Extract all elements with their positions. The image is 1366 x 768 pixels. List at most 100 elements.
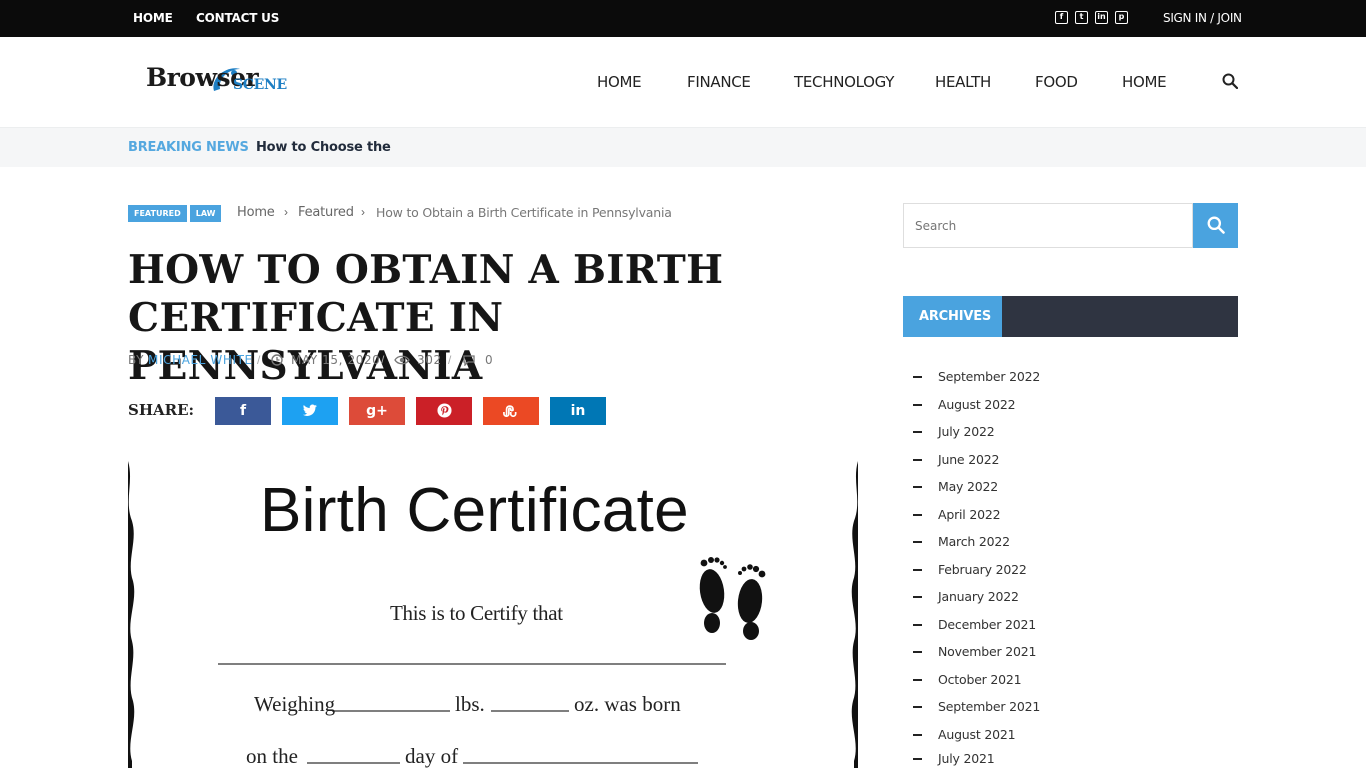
pinterest-icon bbox=[436, 403, 452, 418]
breaking-news-ticker[interactable]: How to Choose the Best bbox=[256, 140, 393, 155]
nav-food[interactable]: FOOD bbox=[1035, 73, 1078, 91]
archive-item-label: November 2021 bbox=[938, 644, 1037, 659]
archive-item-label: March 2022 bbox=[938, 534, 1010, 549]
archive-item[interactable]: July 2022 bbox=[913, 421, 1213, 441]
archive-item[interactable]: September 2022 bbox=[913, 366, 1213, 386]
archive-item[interactable]: June 2022 bbox=[913, 449, 1213, 469]
archive-item-label: June 2022 bbox=[938, 452, 1000, 467]
linkedin-icon: in bbox=[570, 403, 586, 419]
meta-comments[interactable]: 0 bbox=[485, 353, 493, 367]
archive-item[interactable]: July 2021 bbox=[913, 748, 1213, 768]
certificate-oz: oz. was born bbox=[574, 692, 681, 716]
archive-item-label: October 2021 bbox=[938, 672, 1022, 687]
dash-bullet bbox=[913, 706, 922, 708]
logo-subtext: SCENE bbox=[233, 77, 287, 93]
share-label: SHARE: bbox=[128, 401, 195, 419]
share-linkedin-button[interactable]: in bbox=[550, 397, 606, 425]
dash-bullet bbox=[913, 651, 922, 653]
dash-bullet bbox=[913, 514, 922, 516]
archive-item-label: September 2021 bbox=[938, 699, 1041, 714]
archive-item[interactable]: April 2022 bbox=[913, 504, 1213, 524]
breadcrumb-featured[interactable]: Featured bbox=[298, 205, 354, 220]
archive-item[interactable]: September 2021 bbox=[913, 696, 1213, 716]
eye-icon bbox=[394, 355, 410, 365]
dash-bullet bbox=[913, 486, 922, 488]
nav-finance[interactable]: FINANCE bbox=[687, 73, 751, 91]
archive-item-label: December 2021 bbox=[938, 617, 1037, 632]
search-icon bbox=[1207, 216, 1225, 234]
title-line-2: CERTIFICATE IN PENNSYLVANIA bbox=[128, 295, 504, 389]
share-pinterest-button[interactable] bbox=[416, 397, 472, 425]
title-line-1: HOW TO OBTAIN A BIRTH bbox=[128, 247, 724, 293]
dash-bullet bbox=[913, 624, 922, 626]
meta-date: MAY 15, 2020 bbox=[291, 353, 381, 367]
breaking-news-label: BREAKING NEWS bbox=[128, 140, 249, 155]
archive-item[interactable]: March 2022 bbox=[913, 531, 1213, 551]
dash-bullet bbox=[913, 376, 922, 378]
dash-bullet bbox=[913, 404, 922, 406]
share-twitter-button[interactable] bbox=[282, 397, 338, 425]
meta-separator: / bbox=[448, 353, 452, 367]
nav-home[interactable]: HOME bbox=[597, 73, 642, 91]
site-header: Browser SCENE HOME FINANCE TECHNOLOGY HE… bbox=[0, 37, 1366, 127]
tag-featured[interactable]: FEATURED bbox=[128, 205, 187, 222]
breadcrumb-separator: › bbox=[284, 205, 288, 219]
archive-item[interactable]: May 2022 bbox=[913, 476, 1213, 496]
sidebar-search-input[interactable] bbox=[903, 203, 1193, 248]
dash-bullet bbox=[913, 679, 922, 681]
breadcrumb-home[interactable]: Home bbox=[237, 205, 275, 220]
archive-item[interactable]: December 2021 bbox=[913, 614, 1213, 634]
archive-item-label: August 2021 bbox=[938, 727, 1016, 742]
share-stumbleupon-button[interactable] bbox=[483, 397, 539, 425]
archive-item-label: May 2022 bbox=[938, 479, 999, 494]
archives-title-tab: ARCHIVES bbox=[903, 296, 1002, 337]
archive-item[interactable]: October 2021 bbox=[913, 669, 1213, 689]
certificate-day-of: day of bbox=[405, 744, 459, 768]
google-plus-icon: g+ bbox=[366, 403, 388, 419]
archive-item-label: February 2022 bbox=[938, 562, 1027, 577]
topbar-social: f t in p bbox=[1055, 11, 1128, 24]
linkedin-icon[interactable]: in bbox=[1095, 11, 1108, 24]
stumbleupon-icon bbox=[502, 405, 517, 418]
certificate-line-1: This is to Certify that bbox=[390, 601, 563, 625]
archive-item-label: July 2022 bbox=[938, 424, 995, 439]
topbar-home-link[interactable]: HOME bbox=[133, 11, 173, 25]
archive-item[interactable]: January 2022 bbox=[913, 586, 1213, 606]
top-bar: HOME CONTACT US f t in p SIGN IN / JOIN bbox=[0, 0, 1366, 37]
tag-law[interactable]: LAW bbox=[189, 205, 222, 222]
dash-bullet bbox=[913, 596, 922, 598]
baby-footprints-icon bbox=[699, 557, 766, 640]
archive-item-label: September 2022 bbox=[938, 369, 1041, 384]
certificate-on-the: on the bbox=[246, 744, 298, 768]
share-google-plus-button[interactable]: g+ bbox=[349, 397, 405, 425]
dash-bullet bbox=[913, 459, 922, 461]
archive-item[interactable]: August 2022 bbox=[913, 394, 1213, 414]
dash-bullet bbox=[913, 541, 922, 543]
certificate-heading: Birth Certificate bbox=[260, 476, 689, 545]
search-icon[interactable] bbox=[1222, 73, 1238, 89]
archive-item-label: July 2021 bbox=[938, 751, 995, 766]
breadcrumb-current: How to Obtain a Birth Certificate in Pen… bbox=[376, 205, 672, 220]
meta-author-link[interactable]: MICHAEL WHITE bbox=[148, 353, 253, 367]
site-logo[interactable]: Browser SCENE bbox=[146, 61, 291, 105]
sidebar-search-button[interactable] bbox=[1193, 203, 1238, 248]
pinterest-icon[interactable]: p bbox=[1115, 11, 1128, 24]
nav-technology[interactable]: TECHNOLOGY bbox=[794, 73, 894, 91]
clock-icon bbox=[271, 354, 283, 366]
article-tags: FEATURED LAW bbox=[128, 205, 222, 222]
archives-title: ARCHIVES bbox=[919, 309, 992, 324]
topbar-contact-link[interactable]: CONTACT US bbox=[196, 11, 279, 25]
facebook-icon[interactable]: f bbox=[1055, 11, 1068, 24]
archive-item[interactable]: February 2022 bbox=[913, 559, 1213, 579]
certificate-lbs: lbs. bbox=[455, 692, 485, 716]
facebook-icon: f bbox=[239, 403, 247, 419]
share-facebook-button[interactable]: f bbox=[215, 397, 271, 425]
nav-home-2[interactable]: HOME bbox=[1122, 73, 1167, 91]
twitter-icon[interactable]: t bbox=[1075, 11, 1088, 24]
breaking-news-bar: BREAKING NEWS How to Choose the Best bbox=[0, 127, 1366, 167]
dash-bullet bbox=[913, 758, 922, 760]
sign-in-link[interactable]: SIGN IN / JOIN bbox=[1163, 11, 1242, 25]
nav-health[interactable]: HEALTH bbox=[935, 73, 991, 91]
archive-item[interactable]: August 2021 bbox=[913, 724, 1213, 744]
archive-item[interactable]: November 2021 bbox=[913, 641, 1213, 661]
